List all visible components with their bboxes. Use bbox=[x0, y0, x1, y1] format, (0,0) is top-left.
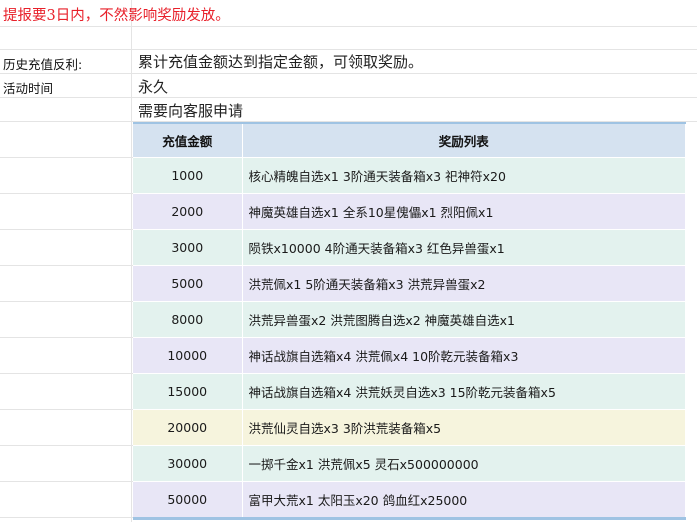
table-row: 8000 洪荒异兽蛋x2 洪荒图腾自选x2 神魔英雄自选x1 bbox=[133, 301, 686, 338]
grid-row-line bbox=[0, 49, 697, 50]
amount-cell: 1000 bbox=[133, 157, 243, 194]
grid-row-line bbox=[0, 97, 697, 98]
reward-cell: 一掷千金x1 洪荒佩x5 灵石x500000000 bbox=[242, 445, 686, 482]
grid-row-line bbox=[0, 517, 133, 518]
grid-row-line bbox=[0, 301, 133, 302]
amount-cell: 10000 bbox=[133, 337, 243, 374]
apply-note: 需要向客服申请 bbox=[138, 102, 244, 120]
grid-row-line bbox=[0, 337, 133, 338]
grid-row-line bbox=[0, 193, 133, 194]
grid-row-line bbox=[0, 409, 133, 410]
table-row: 15000 神话战旗自选箱x4 洪荒妖灵自选x3 15阶乾元装备箱x5 bbox=[133, 373, 686, 410]
amount-cell: 8000 bbox=[133, 301, 243, 338]
amount-cell: 30000 bbox=[133, 445, 243, 482]
table-row: 50000 富甲大荒x1 太阳玉x20 鸽血红x25000 bbox=[133, 481, 686, 520]
reward-cell: 神话战旗自选箱x4 洪荒佩x4 10阶乾元装备箱x3 bbox=[242, 337, 686, 374]
reward-cell: 神魔英雄自选x1 全系10星傀儡x1 烈阳佩x1 bbox=[242, 193, 686, 230]
table-row: 3000 陨铁x10000 4阶通天装备箱x3 红色异兽蛋x1 bbox=[133, 229, 686, 266]
notice-text: 提报要3日内，不然影响奖励发放。 bbox=[3, 8, 230, 24]
table-row: 2000 神魔英雄自选x1 全系10星傀儡x1 烈阳佩x1 bbox=[133, 193, 686, 230]
reward-cell: 核心精魄自选x1 3阶通天装备箱x3 祀神符x20 bbox=[242, 157, 686, 194]
amount-cell: 5000 bbox=[133, 265, 243, 302]
grid-row-line bbox=[0, 445, 133, 446]
grid-row-line bbox=[0, 157, 133, 158]
reward-cell: 洪荒异兽蛋x2 洪荒图腾自选x2 神魔英雄自选x1 bbox=[242, 301, 686, 338]
reward-cell: 洪荒佩x1 5阶通天装备箱x3 洪荒异兽蛋x2 bbox=[242, 265, 686, 302]
table-header-row: 充值金额 奖励列表 bbox=[133, 122, 686, 158]
header-rewards: 奖励列表 bbox=[242, 122, 686, 158]
header-amount: 充值金额 bbox=[133, 122, 243, 158]
table-row: 20000 洪荒仙灵自选x3 3阶洪荒装备箱x5 bbox=[133, 409, 686, 446]
reward-cell: 神话战旗自选箱x4 洪荒妖灵自选x3 15阶乾元装备箱x5 bbox=[242, 373, 686, 410]
amount-cell: 2000 bbox=[133, 193, 243, 230]
amount-cell: 50000 bbox=[133, 481, 243, 520]
grid-row-line bbox=[0, 229, 133, 230]
table-row: 30000 一掷千金x1 洪荒佩x5 灵石x500000000 bbox=[133, 445, 686, 482]
grid-row-line bbox=[0, 265, 133, 266]
activity-time-value: 永久 bbox=[138, 78, 169, 96]
history-rebate-label: 历史充值反利: bbox=[3, 57, 83, 72]
amount-cell: 15000 bbox=[133, 373, 243, 410]
table-row: 1000 核心精魄自选x1 3阶通天装备箱x3 祀神符x20 bbox=[133, 157, 686, 194]
grid-column-line bbox=[131, 0, 132, 522]
activity-time-label: 活动时间 bbox=[3, 81, 54, 96]
grid-row-line bbox=[0, 373, 133, 374]
amount-cell: 20000 bbox=[133, 409, 243, 446]
table-row: 5000 洪荒佩x1 5阶通天装备箱x3 洪荒异兽蛋x2 bbox=[133, 265, 686, 302]
amount-cell: 3000 bbox=[133, 229, 243, 266]
reward-cell: 洪荒仙灵自选x3 3阶洪荒装备箱x5 bbox=[242, 409, 686, 446]
reward-cell: 富甲大荒x1 太阳玉x20 鸽血红x25000 bbox=[242, 481, 686, 520]
history-rebate-value: 累计充值金额达到指定金额，可领取奖励。 bbox=[138, 53, 424, 71]
grid-row-line bbox=[0, 73, 697, 74]
grid-row-line bbox=[0, 26, 697, 27]
reward-table: 充值金额 奖励列表 1000 核心精魄自选x1 3阶通天装备箱x3 祀神符x20… bbox=[133, 122, 686, 520]
grid-row-line bbox=[0, 481, 133, 482]
reward-cell: 陨铁x10000 4阶通天装备箱x3 红色异兽蛋x1 bbox=[242, 229, 686, 266]
table-row: 10000 神话战旗自选箱x4 洪荒佩x4 10阶乾元装备箱x3 bbox=[133, 337, 686, 374]
reward-table-body: 1000 核心精魄自选x1 3阶通天装备箱x3 祀神符x20 2000 神魔英雄… bbox=[133, 157, 686, 520]
